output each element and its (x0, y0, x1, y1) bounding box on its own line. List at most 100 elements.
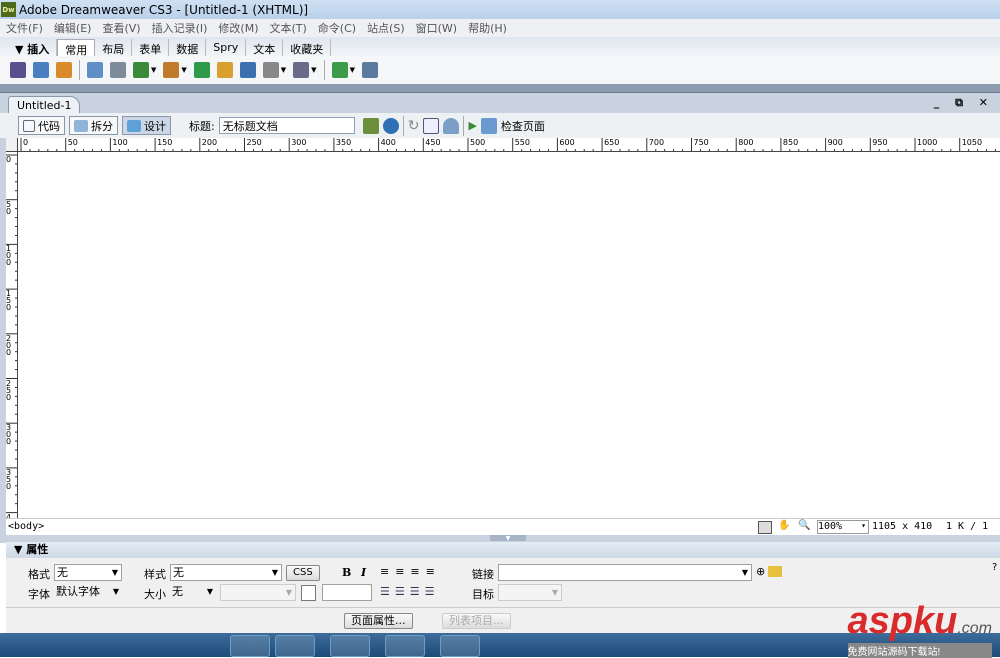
design-view-button[interactable]: 设计 (122, 116, 171, 135)
dropdown-arrow-icon[interactable]: ▼ (311, 66, 316, 74)
bold-button[interactable]: B (342, 566, 351, 579)
comment-icon[interactable] (239, 62, 256, 78)
hand-tool-icon[interactable]: ✋ (778, 520, 790, 531)
menu-item[interactable]: 命令(C) (318, 20, 356, 36)
menu-item[interactable]: 帮助(H) (468, 20, 507, 36)
format-select[interactable]: 无 ▼ (54, 564, 122, 581)
date-icon[interactable] (193, 62, 210, 78)
document-tab[interactable]: Untitled-1 (8, 96, 81, 114)
style-select[interactable]: 无 ▼ (170, 564, 282, 581)
refresh-icon[interactable]: ↻ (408, 118, 420, 134)
ruler-label: 850 (782, 138, 799, 147)
insert-tab[interactable]: 表单 (132, 39, 170, 56)
file-management-icon[interactable] (362, 117, 379, 134)
insert-panel-tabs: ▼ 插入 常用 布局 表单 数据 Spry 文本 收藏夹 (0, 37, 1000, 57)
insert-tab[interactable]: 收藏夹 (283, 39, 332, 56)
zoom-value: 100% (818, 521, 843, 532)
hyperlink-icon[interactable] (10, 62, 26, 78)
code-view-button[interactable]: 代码 (18, 116, 65, 135)
ruler-label: 300 (291, 138, 307, 147)
menu-item[interactable]: 编辑(E) (54, 20, 92, 36)
preview-browser-icon[interactable] (382, 117, 399, 134)
align-buttons[interactable]: ≡≡≡≡ (380, 565, 441, 578)
ruler-origin[interactable] (6, 138, 18, 152)
ruler-label: 150 (157, 138, 173, 147)
collapse-grip[interactable]: ▼ (490, 535, 526, 542)
document-window-controls[interactable]: _ ⧉ ✕ (934, 96, 994, 110)
insert-toolbar: ▼ ▼ ▼ ▼ ▼ (0, 56, 1000, 84)
taskbar-item[interactable] (440, 635, 480, 657)
point-to-file-icon[interactable]: ⊕ (756, 565, 765, 578)
head-icon[interactable] (262, 62, 279, 78)
templates-icon[interactable] (331, 62, 348, 78)
server-include-icon[interactable] (216, 62, 233, 78)
email-link-icon[interactable] (33, 62, 49, 78)
dropdown-arrow-icon[interactable]: ▼ (181, 66, 186, 74)
menu-item[interactable]: 文件(F) (6, 20, 43, 36)
taskbar-item[interactable] (275, 635, 315, 657)
dropdown-arrow-icon[interactable]: ▼ (151, 66, 156, 74)
div-icon[interactable] (110, 62, 126, 78)
zoom-select[interactable]: 100% ▾ (817, 520, 869, 534)
size-select[interactable]: 无 ▼ (170, 584, 216, 601)
split-view-button[interactable]: 拆分 (69, 116, 118, 135)
italic-button[interactable]: I (361, 566, 366, 579)
table-icon[interactable] (87, 62, 103, 78)
taskbar-item[interactable] (385, 635, 425, 657)
check-page-button[interactable]: 检查页面 (501, 118, 545, 134)
menu-item[interactable]: 查看(V) (102, 20, 140, 36)
insert-tab[interactable]: 常用 (57, 39, 96, 57)
css-button[interactable]: CSS (286, 565, 320, 581)
taskbar-item[interactable] (330, 635, 370, 657)
link-input[interactable]: ▼ (498, 564, 752, 581)
taskbar-item[interactable] (230, 635, 270, 657)
insert-tab[interactable]: 文本 (246, 39, 284, 56)
ruler-label: 50 (67, 138, 78, 147)
panel-splitter[interactable]: ▼ (0, 535, 1000, 542)
menu-item[interactable]: 文本(T) (269, 20, 306, 36)
size-unit-select: ▼ (220, 584, 296, 601)
zoom-tool-icon[interactable]: 🔍 (798, 520, 810, 531)
page-title-input[interactable] (218, 117, 355, 134)
menu-item[interactable]: 站点(S) (367, 20, 405, 36)
code-label: 代码 (38, 119, 60, 133)
insert-tab[interactable]: Spry (206, 39, 247, 56)
help-icon[interactable]: ? (992, 562, 997, 573)
tag-chooser-icon[interactable] (361, 62, 378, 78)
list-indent-buttons[interactable]: ☰☰☰☰ (380, 585, 439, 598)
properties-header[interactable]: ▼ 属性 (6, 542, 1000, 558)
tag-selector[interactable]: <body> (8, 521, 44, 532)
insert-panel-toggle[interactable]: ▼ 插入 (8, 39, 58, 56)
window-size[interactable]: 1105 x 410 (872, 521, 932, 532)
page-properties-button[interactable]: 页面属性... (344, 613, 413, 629)
text-color-picker[interactable] (301, 585, 316, 601)
text-color-input[interactable] (322, 584, 372, 601)
media-icon[interactable] (163, 62, 180, 78)
menu-bar: 文件(F) 编辑(E) 查看(V) 插入记录(I) 修改(M) 文本(T) 命令(C) 站点(… (0, 19, 1000, 37)
named-anchor-icon[interactable] (56, 62, 72, 78)
vruler-label: 200 (6, 333, 12, 357)
list-item-button: 列表项目... (442, 613, 511, 629)
font-select[interactable]: 默认字体 ▼ (54, 584, 122, 601)
dropdown-arrow-icon[interactable]: ▼ (350, 66, 355, 74)
design-canvas[interactable] (18, 152, 1000, 518)
view-options-icon[interactable] (423, 117, 440, 134)
style-value: 无 (173, 566, 184, 579)
browse-folder-icon[interactable] (768, 566, 782, 577)
vruler-label: 350 (6, 467, 12, 491)
script-icon[interactable] (293, 62, 310, 78)
validate-icon[interactable]: ▶ (468, 119, 476, 132)
menu-item[interactable]: 窗口(W) (416, 20, 457, 36)
menu-item[interactable]: 修改(M) (218, 20, 258, 36)
ruler-label: 200 (201, 138, 218, 147)
image-icon[interactable] (133, 62, 149, 78)
split-icon (74, 119, 88, 132)
insert-tab[interactable]: 布局 (95, 39, 133, 56)
dropdown-arrow-icon[interactable]: ▼ (281, 66, 286, 74)
insert-tab[interactable]: 数据 (169, 39, 207, 56)
window-title: Adobe Dreamweaver CS3 - [Untitled-1 (XHT… (19, 2, 309, 17)
menu-item[interactable]: 插入记录(I) (152, 20, 208, 36)
visual-aids-icon[interactable] (443, 117, 460, 134)
ruler-label: 900 (827, 138, 843, 147)
select-tool-icon[interactable] (758, 521, 772, 534)
